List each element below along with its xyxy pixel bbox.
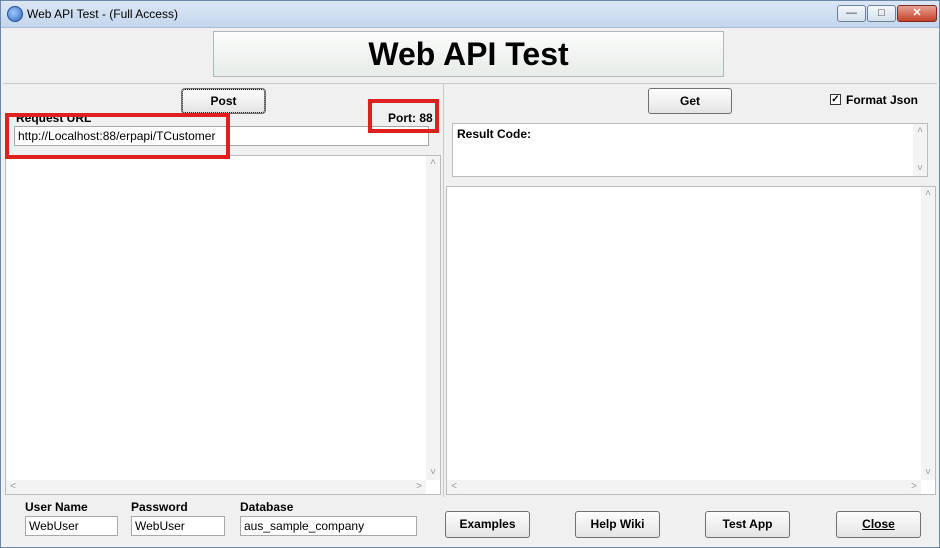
maximize-icon: □ [878,7,885,19]
scroll-left-icon[interactable]: ˂ [6,480,20,494]
scroll-left-icon[interactable]: ˂ [447,480,461,494]
help-wiki-button[interactable]: Help Wiki [575,511,660,538]
database-input[interactable]: aus_sample_company [240,516,417,536]
request-body-vertical-scrollbar[interactable]: ˄ ˅ [426,156,440,480]
minimize-icon: — [846,7,857,19]
app-icon [7,6,23,22]
format-json-label: Format Json [846,93,919,107]
scroll-up-icon[interactable]: ˄ [913,124,927,138]
request-url-highlight [5,113,230,159]
test-app-button[interactable]: Test App [705,511,790,538]
scroll-down-icon[interactable]: ˅ [426,466,440,480]
close-window-button[interactable]: ✕ [897,5,937,22]
response-textarea[interactable]: ˄ ˅ ˂ ˃ [446,186,936,495]
minimize-button[interactable]: — [837,5,866,22]
password-label: Password [131,500,188,514]
scroll-down-icon[interactable]: ˅ [921,466,935,480]
get-button[interactable]: Get [648,88,732,114]
post-button[interactable]: Post [181,88,266,114]
scroll-up-icon[interactable]: ˄ [921,187,935,201]
scroll-right-icon[interactable]: ˃ [907,480,921,494]
password-input[interactable]: WebUser [131,516,225,536]
app-window: Web API Test - (Full Access) — □ ✕ Web A… [0,0,940,548]
response-horizontal-scrollbar[interactable]: ˂ ˃ [447,480,921,494]
maximize-button[interactable]: □ [867,5,896,22]
request-body-horizontal-scrollbar[interactable]: ˂ ˃ [6,480,426,494]
user-name-label: User Name [25,500,88,514]
page-title: Web API Test [213,31,724,77]
port-highlight [368,99,439,133]
close-icon: ✕ [912,7,922,19]
user-name-input[interactable]: WebUser [25,516,118,536]
panel-divider [443,84,444,497]
request-body-textarea[interactable]: ˄ ˅ ˂ ˃ [5,155,441,495]
window-title: Web API Test - (Full Access) [27,7,178,21]
format-json-checkbox[interactable]: ✓ [830,94,841,105]
database-label: Database [240,500,294,514]
scroll-up-icon[interactable]: ˄ [426,156,440,170]
scroll-down-icon[interactable]: ˅ [913,162,927,176]
title-bar[interactable]: Web API Test - (Full Access) — □ ✕ [1,1,939,28]
response-vertical-scrollbar[interactable]: ˄ ˅ [921,187,935,480]
result-code-box[interactable]: Result Code: ˄ ˅ [452,123,928,177]
scroll-right-icon[interactable]: ˃ [412,480,426,494]
result-code-label: Result Code: [457,127,532,141]
result-code-scrollbar[interactable]: ˄ ˅ [913,124,927,176]
divider [3,83,937,84]
examples-button[interactable]: Examples [445,511,530,538]
close-button[interactable]: Close [836,511,921,538]
